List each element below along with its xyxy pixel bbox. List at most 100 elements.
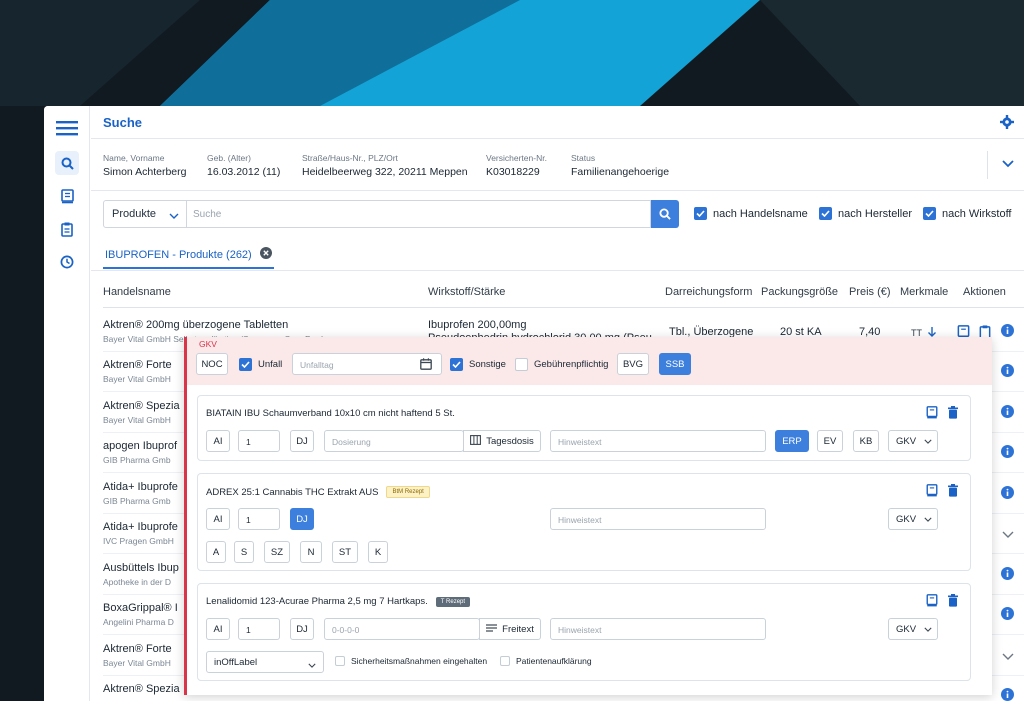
category-select[interactable]: Produkte	[103, 200, 187, 228]
menu-icon[interactable]	[55, 116, 79, 140]
gear-icon[interactable]	[1000, 115, 1014, 132]
clock-icon[interactable]	[55, 250, 79, 274]
product-maker: IVC Pragen GmbH	[103, 536, 174, 546]
info-icon[interactable]	[1001, 324, 1014, 340]
flag-s-button[interactable]: S	[234, 541, 254, 563]
flag-sz-button[interactable]: SZ	[264, 541, 290, 563]
item-title-text: Lenalidomid 123-Acurae Pharma 2,5 mg 7 H…	[206, 596, 428, 607]
product-maker: Bayer Vital GmbH	[103, 414, 171, 425]
info-icon[interactable]	[1001, 445, 1014, 461]
trash-icon[interactable]	[948, 484, 958, 500]
flag-k-button[interactable]: K	[368, 541, 388, 563]
info-icon[interactable]	[1001, 566, 1014, 583]
chevron-down-icon[interactable]	[1002, 652, 1014, 664]
ssb-button[interactable]: SSB	[659, 353, 691, 375]
col-merkmale[interactable]: Merkmale	[900, 286, 948, 298]
product-name: Ausbüttels Ibup	[103, 561, 179, 574]
search-row: Produkte Suche nach Handelsname nach Her…	[103, 200, 1016, 228]
col-darreichungsform[interactable]: Darreichungsform	[665, 286, 752, 298]
gebuehrenpflichtig-checkbox[interactable]: Gebührenpflichtig	[515, 358, 608, 371]
item-actions	[926, 406, 958, 422]
dj-button[interactable]: DJ	[290, 618, 314, 640]
filter-hersteller-checkbox[interactable]: nach Hersteller	[819, 207, 912, 220]
filter-wirkstoff-checkbox[interactable]: nach Wirkstoff	[923, 207, 1012, 220]
sonstige-checkbox[interactable]: Sonstige	[450, 358, 506, 371]
hint-input[interactable]: Hinweistext	[550, 430, 766, 452]
col-preis[interactable]: Preis (€)	[849, 286, 891, 298]
insurance-value: GKV	[896, 513, 917, 525]
erp-button[interactable]: ERP	[775, 430, 809, 452]
item-title-text: BIATAIN IBU Schaumverband 10x10 cm nicht…	[206, 408, 455, 419]
dj-button[interactable]: DJ	[290, 430, 314, 452]
product-name: apogen Ibuprof	[103, 440, 178, 452]
search-button[interactable]	[651, 200, 679, 228]
hint-input[interactable]: Hinweistext	[550, 508, 766, 530]
item-actions	[926, 484, 958, 500]
quantity-input[interactable]: 1	[238, 618, 280, 640]
dosage-input[interactable]: 0-0-0-0	[324, 618, 480, 640]
unfall-checkbox[interactable]: Unfall	[239, 358, 282, 371]
ev-button[interactable]: EV	[817, 430, 843, 452]
checkbox-empty-icon	[500, 656, 510, 666]
close-icon[interactable]	[259, 247, 272, 262]
info-icon[interactable]	[1001, 404, 1014, 421]
bvg-button[interactable]: BVG	[617, 353, 649, 375]
col-handelsname[interactable]: Handelsname	[103, 286, 171, 298]
dj-button[interactable]: DJ	[290, 508, 314, 530]
patient-header: Name, Vorname Simon Achterberg Geb. (Alte…	[91, 139, 1024, 191]
item-actions	[926, 594, 958, 610]
noc-button[interactable]: NOC	[196, 353, 228, 375]
chevron-down-icon[interactable]	[1002, 530, 1014, 542]
info-icon[interactable]	[1001, 607, 1014, 623]
patient-status: Familienangehoerige	[571, 166, 670, 178]
dosage-input[interactable]: Dosierung	[324, 430, 464, 452]
calendar-icon[interactable]	[420, 358, 432, 373]
flag-st-button[interactable]: ST	[332, 541, 358, 563]
insurance-select[interactable]: GKV	[888, 430, 938, 452]
flag-a-button[interactable]: A	[206, 541, 226, 563]
insurance-number: K03018229	[486, 166, 540, 178]
ai-button[interactable]: AI	[206, 508, 230, 530]
product-maker: Apotheke in der D	[103, 576, 172, 587]
quantity-input[interactable]: 1	[238, 430, 280, 452]
product-maker: Bayer Vital GmbH	[103, 374, 171, 384]
substance: Ibuprofen 200,00mg	[428, 319, 527, 331]
consent-checkbox[interactable]: Patientenaufklärung	[500, 656, 592, 666]
book-icon[interactable]	[926, 484, 938, 500]
checkbox-empty-icon	[515, 358, 528, 371]
quantity-input[interactable]: 1	[238, 508, 280, 530]
tab-ibuprofen[interactable]: IBUPROFEN - Produkte (262)	[103, 242, 274, 269]
chevron-down-icon[interactable]	[1002, 159, 1014, 171]
col-packungsgroesse[interactable]: Packungsgröße	[761, 286, 838, 298]
safety-checkbox[interactable]: Sicherheitsmaßnahmen eingehalten	[335, 656, 487, 666]
clipboard-icon[interactable]	[55, 217, 79, 241]
flag-n-button[interactable]: N	[300, 541, 322, 563]
search-input[interactable]: Suche	[187, 200, 651, 228]
hint-input[interactable]: Hinweistext	[550, 618, 766, 640]
freitext-button[interactable]: Freitext	[479, 618, 541, 640]
info-icon[interactable]	[1001, 688, 1014, 701]
book-icon[interactable]	[926, 406, 938, 422]
app-window: Suche Name, Vorname Simon Achterberg Geb.…	[44, 106, 1024, 701]
svg-text:TT: TT	[911, 328, 922, 337]
info-icon[interactable]	[1001, 364, 1014, 380]
insurance-select[interactable]: GKV	[888, 618, 938, 640]
insurance-number-label: Versicherten-Nr.	[486, 153, 547, 163]
trash-icon[interactable]	[948, 406, 958, 422]
kb-button[interactable]: KB	[853, 430, 879, 452]
table-icon	[470, 434, 482, 448]
tagesdosis-button[interactable]: Tagesdosis	[463, 430, 541, 452]
insurance-select[interactable]: GKV	[888, 508, 938, 530]
info-icon[interactable]	[1001, 485, 1014, 502]
chevron-down-icon	[308, 660, 316, 671]
offlabel-select[interactable]: inOffLabel	[206, 651, 324, 673]
filter-handelsname-checkbox[interactable]: nach Handelsname	[694, 207, 808, 220]
book-icon[interactable]	[926, 594, 938, 610]
checkbox-checked-icon	[239, 358, 252, 371]
trash-icon[interactable]	[948, 594, 958, 610]
book-icon[interactable]	[55, 184, 79, 208]
ai-button[interactable]: AI	[206, 618, 230, 640]
search-icon[interactable]	[55, 151, 79, 175]
col-wirkstoff[interactable]: Wirkstoff/Stärke	[428, 286, 505, 298]
ai-button[interactable]: AI	[206, 430, 230, 452]
